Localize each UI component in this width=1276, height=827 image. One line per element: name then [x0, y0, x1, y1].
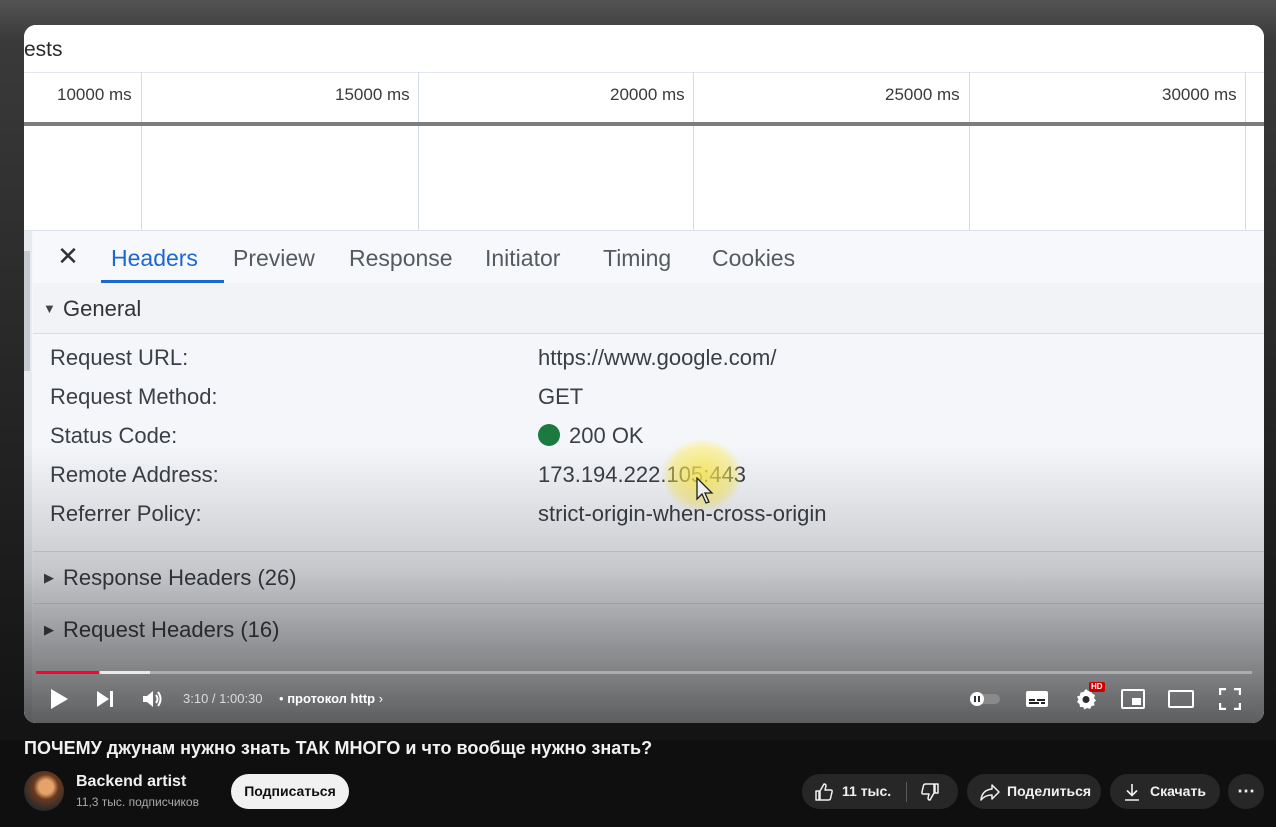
thumbs-down-icon[interactable]	[920, 782, 940, 805]
time-display: 3:10 / 1:00:30	[183, 691, 263, 706]
download-icon	[1123, 782, 1141, 805]
header-value: GET	[538, 384, 584, 409]
timeline-tick: 15000 ms	[335, 85, 410, 104]
like-count[interactable]: 11 тыс.	[842, 783, 891, 799]
thumbs-up-icon[interactable]	[814, 782, 834, 805]
general-section-header[interactable]: ▼ General	[33, 283, 1264, 334]
status-dot-icon	[538, 424, 560, 446]
caption-text: ests	[24, 38, 63, 61]
settings-gear-icon[interactable]: HD	[1071, 682, 1105, 713]
caret-right-icon: ▶	[44, 622, 54, 637]
download-button[interactable]: Скачать	[1110, 774, 1220, 809]
timeline-tick: 25000 ms	[885, 85, 960, 104]
fullscreen-icon[interactable]	[1217, 685, 1243, 713]
caret-down-icon: ▼	[43, 301, 56, 316]
video-player[interactable]: ests 10000 ms 15000 ms 20000 ms 25000 ms…	[24, 25, 1264, 723]
chapter-separator: •	[279, 691, 284, 706]
tab-initiator[interactable]: Initiator	[485, 245, 560, 272]
like-dislike-group: 11 тыс.	[802, 774, 958, 809]
subscribe-button[interactable]: Подписаться	[231, 774, 349, 809]
miniplayer-icon[interactable]	[1120, 685, 1146, 713]
section-title: Request Headers (16)	[63, 617, 280, 642]
theater-mode-icon[interactable]	[1167, 685, 1195, 713]
subtitles-icon[interactable]	[1024, 685, 1050, 713]
status-text: 200 OK	[569, 423, 644, 448]
tab-cookies[interactable]: Cookies	[712, 245, 795, 272]
progress-played	[36, 671, 99, 674]
volume-icon[interactable]	[140, 685, 166, 713]
tab-timing[interactable]: Timing	[603, 245, 671, 272]
share-icon	[979, 782, 1001, 805]
chapter-button[interactable]: • протокол http ›	[279, 691, 383, 706]
grid-line	[969, 72, 970, 230]
channel-avatar[interactable]	[24, 771, 64, 811]
close-icon[interactable]: ✕	[53, 241, 83, 271]
progress-buffered	[100, 671, 150, 674]
header-key: Status Code:	[50, 423, 178, 448]
caret-right-icon: ▶	[44, 570, 54, 585]
grid-line	[1245, 72, 1246, 230]
tab-headers[interactable]: Headers	[111, 245, 198, 272]
timeline-divider	[24, 122, 1264, 126]
subscriber-count: 11,3 тыс. подписчиков	[76, 795, 199, 809]
hd-badge: HD	[1089, 682, 1105, 692]
play-icon[interactable]	[46, 685, 72, 713]
progress-bar[interactable]	[36, 671, 1252, 674]
chapter-title: протокол http	[287, 691, 376, 706]
request-headers-section[interactable]: ▶ Request Headers (16)	[33, 603, 1264, 654]
download-label: Скачать	[1150, 783, 1206, 799]
header-key: Referrer Policy:	[50, 501, 202, 526]
header-key: Request Method:	[50, 384, 218, 409]
tab-preview[interactable]: Preview	[233, 245, 315, 272]
channel-name[interactable]: Backend artist	[76, 773, 186, 791]
section-title: Response Headers (26)	[63, 565, 297, 590]
details-tabbar: ✕ Headers Preview Response Initiator Tim…	[33, 231, 1264, 284]
chevron-right-icon: ›	[378, 691, 384, 706]
header-key: Remote Address:	[50, 462, 219, 487]
share-label: Поделиться	[1007, 783, 1092, 799]
timeline-tick: 10000 ms	[57, 85, 132, 104]
share-button[interactable]: Поделиться	[967, 774, 1101, 809]
video-title: ПОЧЕМУ джунам нужно знать ТАК МНОГО и чт…	[24, 738, 653, 758]
next-icon[interactable]	[92, 685, 118, 713]
timeline-tick: 20000 ms	[610, 85, 685, 104]
tab-response[interactable]: Response	[349, 245, 453, 272]
pill-divider	[906, 782, 907, 802]
response-headers-section[interactable]: ▶ Response Headers (26)	[33, 551, 1264, 602]
devtools-caption: ests	[24, 25, 1264, 72]
more-icon: ⋯	[1237, 781, 1255, 801]
panel-scrollbar[interactable]	[24, 251, 30, 371]
network-timeline: 10000 ms 15000 ms 20000 ms 25000 ms 3000…	[24, 72, 1264, 123]
header-key: Request URL:	[50, 345, 189, 370]
autoplay-toggle-icon[interactable]	[968, 685, 1002, 713]
grid-line	[693, 72, 694, 230]
header-value: https://www.google.com/	[538, 345, 777, 370]
section-title: General	[63, 296, 142, 321]
timeline-grid	[24, 126, 1264, 230]
mouse-pointer-icon	[696, 477, 714, 504]
grid-line	[141, 72, 142, 230]
status-value: 200 OK	[538, 423, 644, 449]
grid-line	[418, 72, 419, 230]
more-actions-button[interactable]: ⋯	[1228, 774, 1264, 809]
timeline-tick: 30000 ms	[1162, 85, 1237, 104]
request-details-panel: ✕ Headers Preview Response Initiator Tim…	[24, 230, 1264, 723]
